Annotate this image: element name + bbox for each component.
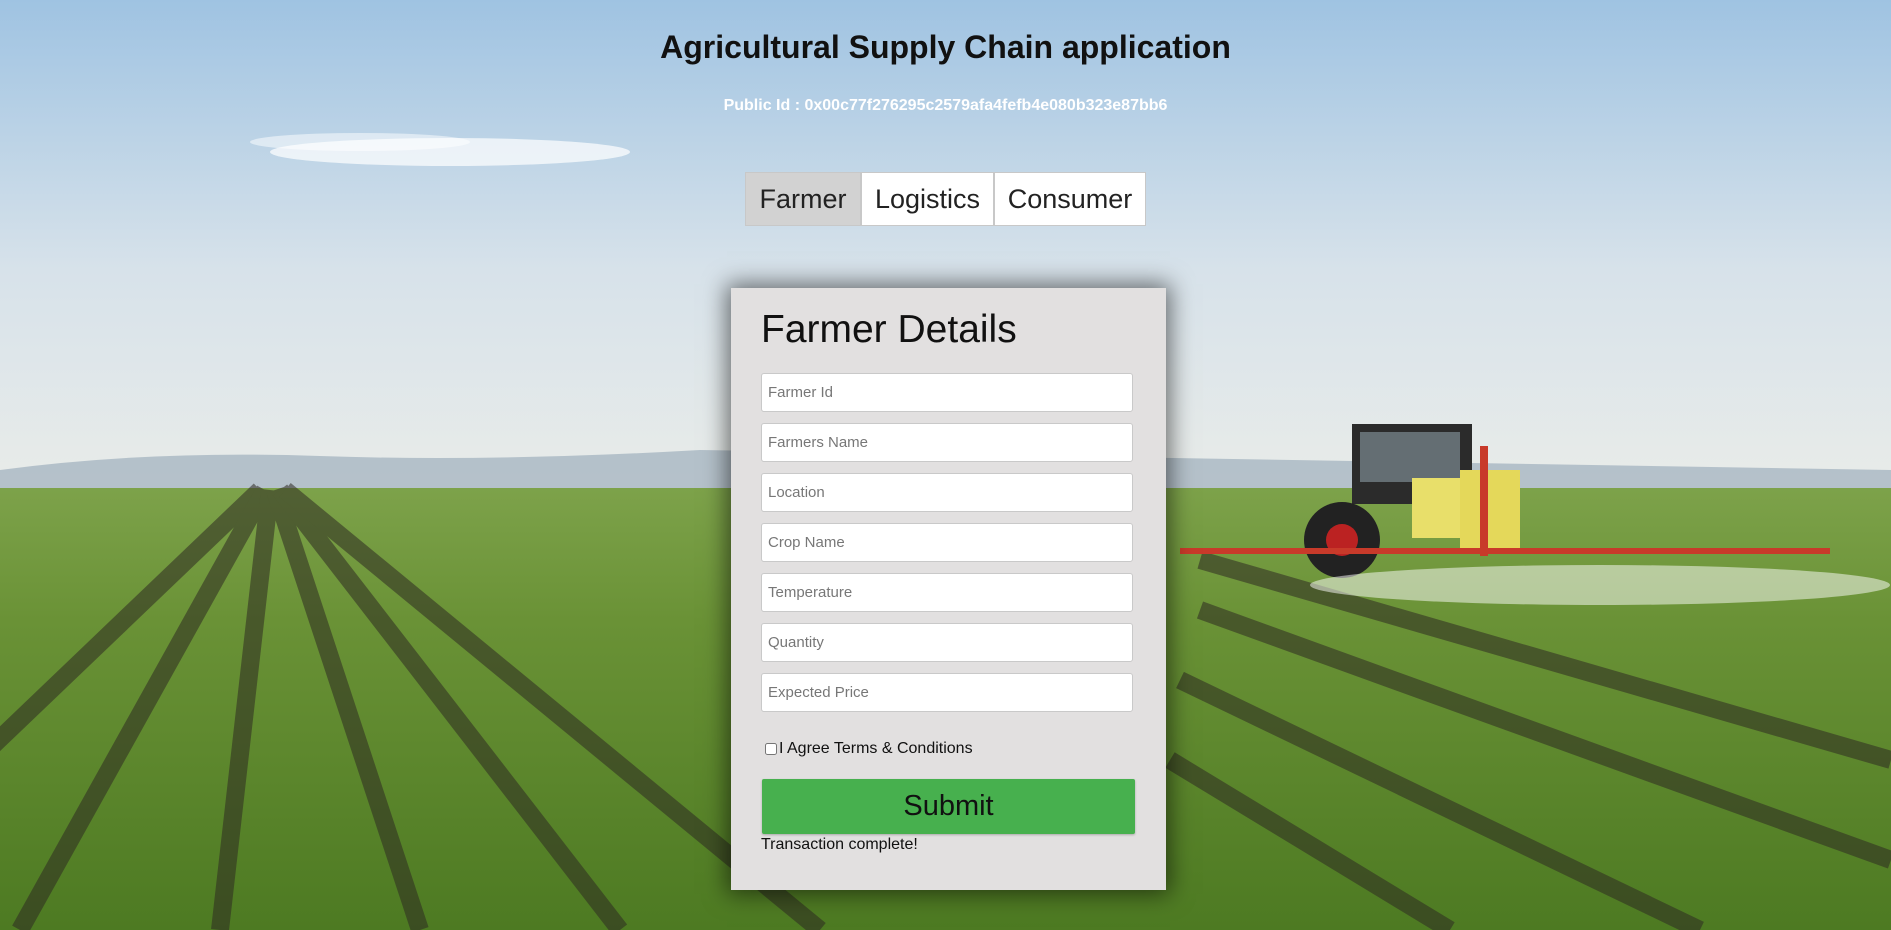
agree-terms-label: I Agree Terms & Conditions [779,740,973,757]
tab-logistics[interactable]: Logistics [861,172,994,226]
tab-consumer[interactable]: Consumer [994,172,1146,226]
farmer-id-input[interactable] [761,373,1133,412]
public-id-text: Public Id : 0x00c77f276295c2579afa4fefb4… [723,97,1168,114]
temperature-input[interactable] [761,573,1133,612]
quantity-input[interactable] [761,623,1133,662]
farmer-details-card: Farmer Details I Agree Terms & Condition… [731,288,1166,890]
farmers-name-input[interactable] [761,423,1133,462]
agree-terms: I Agree Terms & Conditions [765,740,973,758]
crop-name-input[interactable] [761,523,1133,562]
expected-price-input[interactable] [761,673,1133,712]
location-input[interactable] [761,473,1133,512]
submit-button[interactable]: Submit [762,779,1135,834]
transaction-status: Transaction complete! [761,836,918,853]
page-title: Agricultural Supply Chain application [660,29,1231,65]
agree-terms-checkbox[interactable] [765,743,777,755]
role-tabs: Farmer Logistics Consumer [745,172,1146,226]
tab-farmer[interactable]: Farmer [745,172,861,226]
form-heading: Farmer Details [761,308,1017,351]
